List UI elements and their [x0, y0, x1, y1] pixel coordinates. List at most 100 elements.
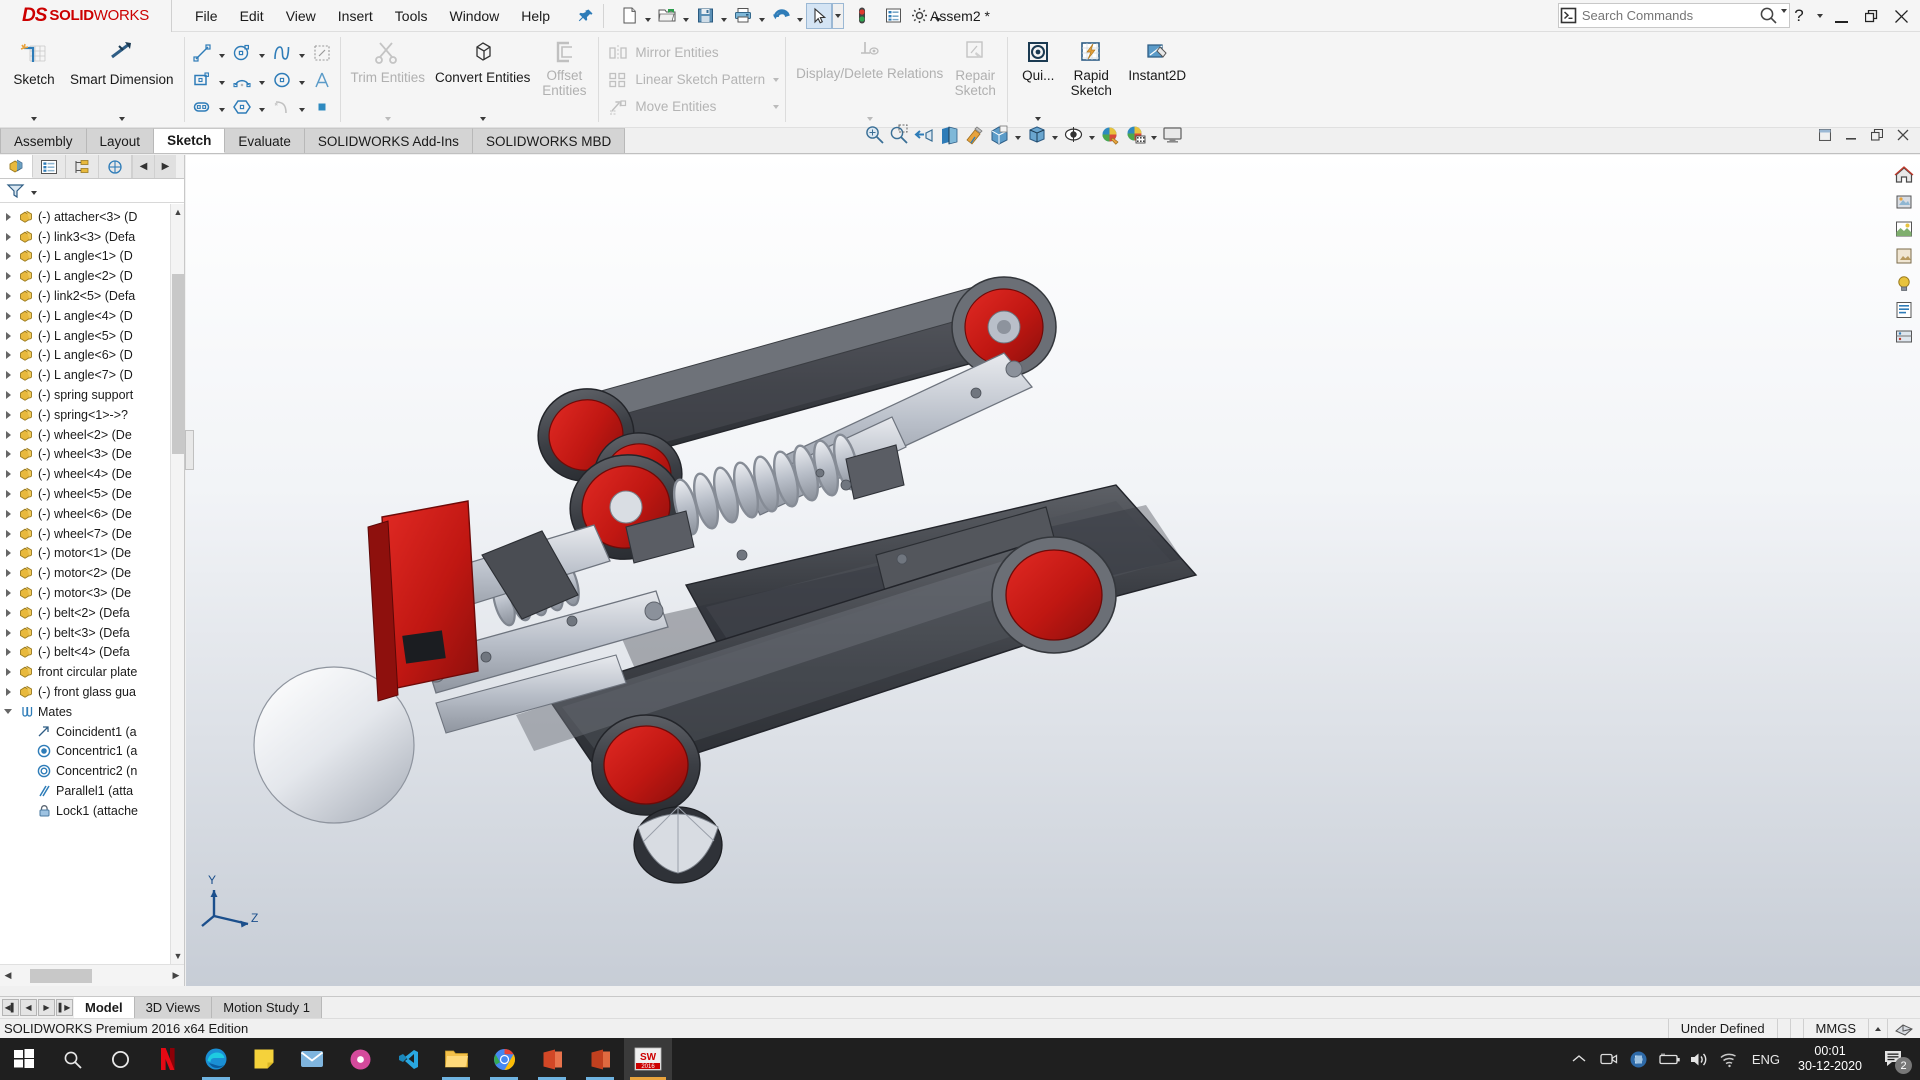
- rectangle-icon[interactable]: [189, 67, 216, 92]
- tree-item[interactable]: (-) belt<2> (Defa: [0, 603, 184, 623]
- view-settings-icon[interactable]: [1160, 122, 1185, 147]
- last-page-icon[interactable]: ▌▶: [56, 999, 73, 1016]
- view-orientation-icon[interactable]: [987, 122, 1012, 147]
- tree-item[interactable]: (-) wheel<2> (De: [0, 425, 184, 445]
- convert-entities-dropdown[interactable]: [479, 117, 486, 121]
- wifi-icon[interactable]: [1714, 1038, 1744, 1080]
- circle-dropdown[interactable]: [256, 40, 269, 65]
- show-hidden-icons-icon[interactable]: [1564, 1038, 1594, 1080]
- cortana-circle-icon[interactable]: [96, 1038, 144, 1080]
- polygon-dropdown[interactable]: [256, 94, 269, 119]
- tree-scroll-right-button[interactable]: ▶: [154, 155, 176, 178]
- apply-scene-icon[interactable]: [1123, 122, 1148, 147]
- tree-scroll-thumb[interactable]: [172, 274, 184, 454]
- chrome-browser-app-icon[interactable]: [480, 1038, 528, 1080]
- tree-expander[interactable]: [0, 331, 16, 340]
- office-app-one-icon[interactable]: [528, 1038, 576, 1080]
- tree-expander[interactable]: [0, 450, 16, 459]
- tree-hscroll-thumb[interactable]: [30, 968, 92, 983]
- bottom-tab-motion-study[interactable]: Motion Study 1: [212, 997, 322, 1018]
- view-orientation-paint-icon[interactable]: [962, 122, 987, 147]
- tree-scroll-right-arrow[interactable]: ▶: [168, 966, 184, 986]
- scenes-icon[interactable]: [1892, 217, 1916, 241]
- previous-page-icon[interactable]: ◀: [20, 999, 37, 1016]
- arc-dropdown[interactable]: [256, 67, 269, 92]
- circle-icon[interactable]: [229, 40, 256, 65]
- tree-item[interactable]: Coincident1 (a: [0, 722, 184, 742]
- tab-layout[interactable]: Layout: [86, 128, 155, 153]
- quick-snaps-button[interactable]: Qui...: [1013, 32, 1063, 127]
- tree-item[interactable]: (-) motor<2> (De: [0, 563, 184, 583]
- next-page-icon[interactable]: ▶: [38, 999, 55, 1016]
- tree-item[interactable]: (-) belt<4> (Defa: [0, 643, 184, 663]
- tree-expander[interactable]: [0, 232, 16, 241]
- close-button[interactable]: [1886, 2, 1916, 30]
- volume-speaker-icon[interactable]: [1684, 1038, 1714, 1080]
- restore-down-icon[interactable]: [1812, 124, 1838, 146]
- zoom-to-fit-icon[interactable]: [862, 122, 887, 147]
- tree-item[interactable]: (-) wheel<3> (De: [0, 445, 184, 465]
- tree-item[interactable]: (-) wheel<6> (De: [0, 504, 184, 524]
- clock[interactable]: 00:01 30-12-2020: [1788, 1038, 1872, 1080]
- linear-sketch-pattern-button[interactable]: Linear Sketch Pattern: [601, 66, 769, 93]
- panel-splitter-grip[interactable]: [185, 430, 194, 470]
- open-folder-icon[interactable]: [654, 3, 680, 29]
- tree-item[interactable]: (-) motor<3> (De: [0, 583, 184, 603]
- tree-item[interactable]: (-) spring support: [0, 385, 184, 405]
- save-doc-dropdown[interactable]: [718, 3, 730, 29]
- fillet-dropdown[interactable]: [296, 94, 309, 119]
- printer-icon[interactable]: [730, 3, 756, 29]
- convert-entities-button[interactable]: Convert Entities: [430, 32, 535, 127]
- photos-app-icon[interactable]: [336, 1038, 384, 1080]
- line-icon[interactable]: [189, 40, 216, 65]
- pin-icon[interactable]: [575, 5, 597, 27]
- status-units-caret[interactable]: [1868, 1018, 1887, 1039]
- lights-cameras-icon[interactable]: [1892, 271, 1916, 295]
- tree-hscroll-track[interactable]: [16, 968, 168, 983]
- graphics-viewport[interactable]: Y Z: [186, 155, 1920, 986]
- search-input[interactable]: [1577, 8, 1758, 23]
- tree-scroll-left-button[interactable]: ◀: [132, 155, 154, 178]
- menu-file[interactable]: File: [184, 3, 229, 29]
- tree-item[interactable]: (-) L angle<5> (D: [0, 326, 184, 346]
- display-states-icon[interactable]: [1892, 325, 1916, 349]
- trim-entities-dropdown[interactable]: [384, 117, 391, 121]
- move-entities-dropdown[interactable]: [769, 93, 783, 120]
- menu-insert[interactable]: Insert: [327, 3, 384, 29]
- apply-scene-dropdown[interactable]: [1148, 122, 1160, 147]
- gear-icon[interactable]: [906, 3, 932, 29]
- fillet-icon[interactable]: [269, 94, 296, 119]
- line-dropdown[interactable]: [216, 40, 229, 65]
- tree-expander[interactable]: [0, 410, 16, 419]
- first-page-icon[interactable]: ◀▌: [2, 999, 19, 1016]
- tree-item[interactable]: Concentric1 (a: [0, 742, 184, 762]
- menu-help[interactable]: Help: [510, 3, 561, 29]
- help-button[interactable]: ?: [1784, 2, 1814, 30]
- edge-browser-app-icon[interactable]: [192, 1038, 240, 1080]
- tab-sketch[interactable]: Sketch: [154, 128, 226, 153]
- feature-tree-vertical-scrollbar[interactable]: ▲ ▼: [170, 204, 184, 964]
- edit-part-icon[interactable]: [1887, 1018, 1920, 1039]
- file-explorer-app-icon[interactable]: [432, 1038, 480, 1080]
- tree-expander[interactable]: [0, 608, 16, 617]
- tree-item[interactable]: (-) L angle<6> (D: [0, 346, 184, 366]
- tree-item[interactable]: Mates: [0, 702, 184, 722]
- configuration-manager-tab[interactable]: [66, 155, 99, 178]
- tree-expander[interactable]: [0, 569, 16, 578]
- search-commands-box[interactable]: [1558, 3, 1790, 28]
- display-style-dropdown[interactable]: [1049, 122, 1061, 147]
- new-doc-dropdown[interactable]: [642, 3, 654, 29]
- undo-dropdown[interactable]: [794, 3, 806, 29]
- rapid-sketch-button[interactable]: Rapid Sketch: [1063, 32, 1119, 127]
- display-style-icon[interactable]: [1024, 122, 1049, 147]
- tab-solidworks-add-ins[interactable]: SOLIDWORKS Add-Ins: [304, 128, 473, 153]
- edit-appearance-icon[interactable]: [1098, 122, 1123, 147]
- restore-button[interactable]: [1856, 2, 1886, 30]
- tree-item[interactable]: (-) L angle<1> (D: [0, 247, 184, 267]
- undo-arrow-icon[interactable]: [768, 3, 794, 29]
- linear-pattern-dropdown[interactable]: [769, 66, 783, 93]
- tree-expander[interactable]: [0, 212, 16, 221]
- menu-view[interactable]: View: [275, 3, 327, 29]
- vscode-app-icon[interactable]: [384, 1038, 432, 1080]
- trim-entities-button[interactable]: Trim Entities: [346, 32, 431, 127]
